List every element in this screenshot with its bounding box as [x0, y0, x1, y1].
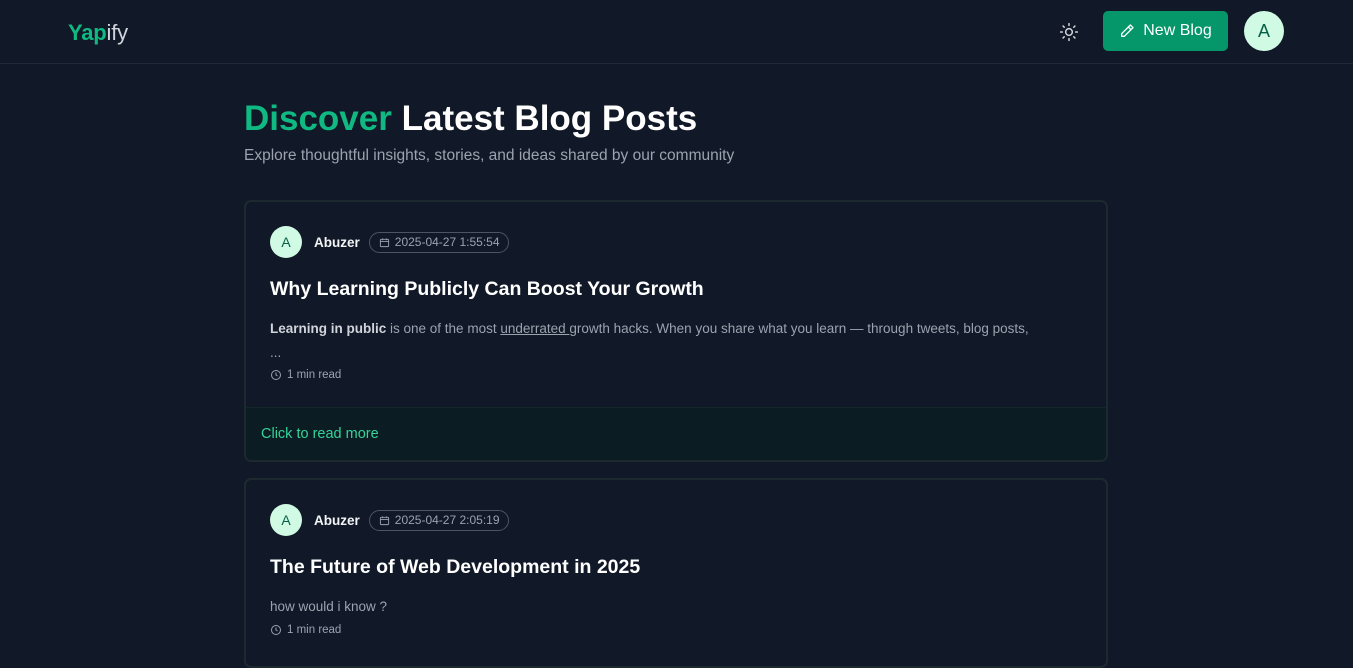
read-time-label: 1 min read [287, 369, 342, 381]
post-title[interactable]: The Future of Web Development in 2025 [270, 556, 640, 579]
page-title: Discover Latest Blog Posts [244, 98, 697, 140]
page-title-accent: Discover [244, 99, 392, 138]
date-badge: 2025-04-27 2:05:19 [368, 509, 509, 531]
clock-icon [271, 625, 281, 635]
new-blog-button[interactable]: New Blog [1103, 11, 1228, 51]
post-title[interactable]: Why Learning Publicly Can Boost Your Gro… [270, 278, 704, 301]
post-date: 2025-04-27 2:05:19 [394, 513, 500, 527]
post-excerpt: how would i know ? [270, 599, 388, 614]
page-title-rest: Latest Blog Posts [401, 99, 698, 138]
post-date: 2025-04-27 1:55:54 [394, 235, 500, 249]
calendar-icon [379, 237, 389, 247]
author-name: Abuzer [314, 512, 360, 528]
excerpt-ellipsis: ... [270, 345, 282, 360]
blog-post-card[interactable]: A Abuzer 2025-04-27 2:05:19 The Future o… [244, 478, 1108, 668]
brand-accent: Yap [68, 20, 107, 45]
post-meta: A Abuzer 2025-04-27 1:55:54 [270, 226, 509, 258]
author-avatar: A [270, 504, 302, 536]
read-time-label: 1 min read [287, 624, 342, 636]
user-avatar[interactable]: A [1244, 11, 1284, 51]
brand-logo[interactable]: Yapify [68, 19, 128, 47]
top-navbar: Yapify New Blog A [0, 0, 1353, 64]
pencil-icon [1121, 24, 1134, 37]
calendar-icon [379, 515, 389, 525]
post-meta: A Abuzer 2025-04-27 2:05:19 [270, 504, 509, 536]
excerpt-text-end: growth hacks. When you share what you le… [569, 321, 1029, 336]
post-excerpt: Learning in public is one of the most un… [270, 317, 1070, 365]
brand-rest: ify [106, 20, 129, 45]
excerpt-text: is one of the most [386, 321, 501, 336]
blog-post-card[interactable]: A Abuzer 2025-04-27 1:55:54 Why Learning… [244, 200, 1108, 462]
author-name: Abuzer [314, 234, 360, 250]
theme-toggle-button[interactable] [1055, 18, 1083, 46]
author-avatar: A [270, 226, 302, 258]
page-subtitle: Explore thoughtful insights, stories, an… [244, 147, 735, 164]
new-blog-label: New Blog [1143, 22, 1212, 39]
read-time: 1 min read [270, 369, 341, 381]
date-badge: 2025-04-27 1:55:54 [368, 231, 509, 253]
read-time: 1 min read [270, 624, 341, 636]
sun-icon [1059, 22, 1079, 42]
clock-icon [271, 370, 281, 380]
read-more-link[interactable]: Click to read more [246, 407, 1106, 460]
excerpt-underline: underrated [500, 321, 570, 336]
excerpt-bold: Learning in public [270, 321, 387, 336]
